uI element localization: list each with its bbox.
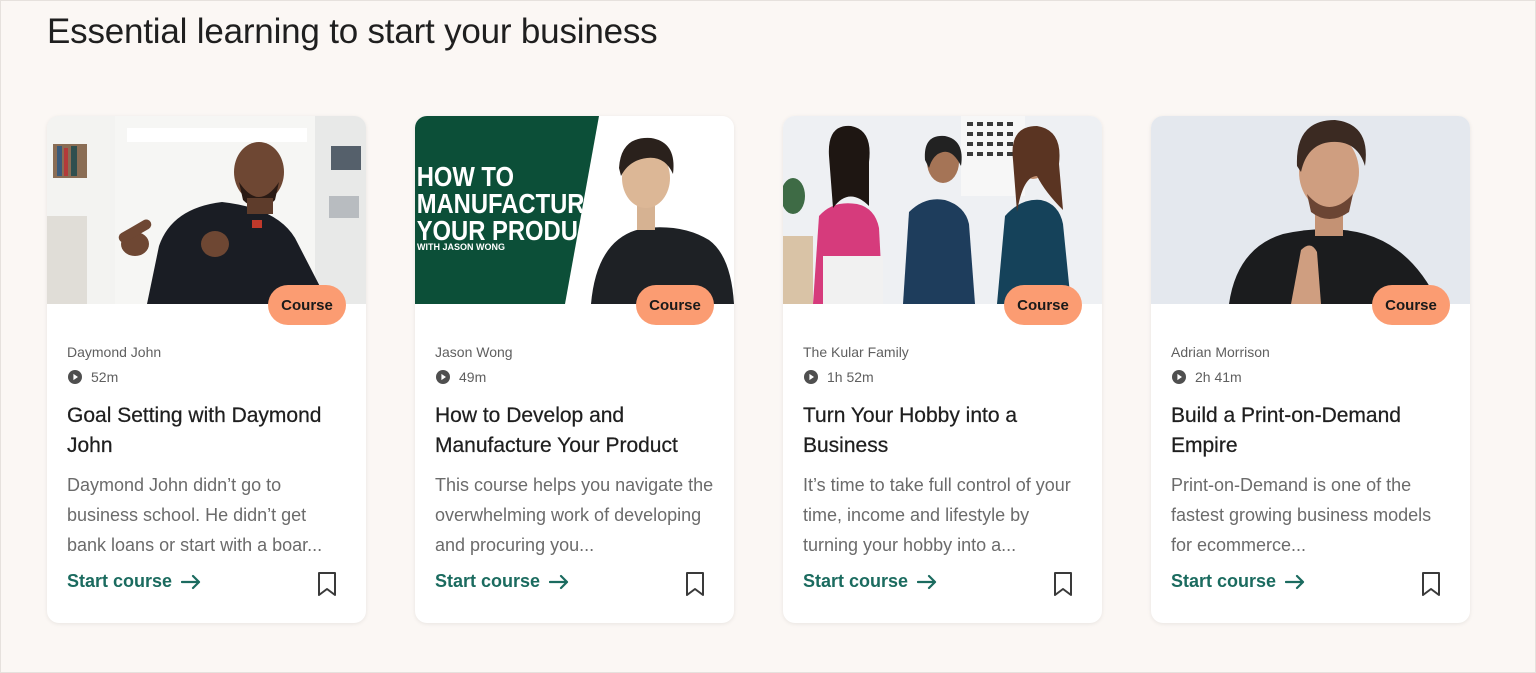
start-course-link[interactable]: Start course (67, 571, 201, 592)
start-course-label: Start course (435, 571, 541, 591)
course-duration: 1h 52m (803, 369, 874, 385)
course-author: Daymond John (67, 344, 162, 360)
course-title[interactable]: Goal Setting with Daymond John (67, 401, 352, 461)
course-badge: Course (1372, 285, 1450, 325)
arrow-right-icon (181, 574, 201, 589)
course-duration: 52m (67, 369, 118, 385)
arrow-right-icon (1285, 574, 1305, 589)
duration-text: 52m (91, 369, 119, 385)
course-title[interactable]: How to Develop and Manufacture Your Prod… (435, 401, 720, 461)
bookmark-icon[interactable] (684, 571, 706, 597)
course-card-develop-manufacture[interactable]: HOW TO MANUFACTURE YOUR PRODUCT WITH JAS… (415, 116, 734, 623)
play-icon (804, 370, 818, 384)
course-duration: 49m (435, 369, 486, 385)
course-thumbnail[interactable]: HOW TO MANUFACTURE YOUR PRODUCT WITH JAS… (415, 116, 734, 304)
thumb-text-line4: WITH JASON WONG (417, 242, 505, 252)
duration-text: 49m (459, 369, 487, 385)
play-icon (1172, 370, 1186, 384)
course-badge: Course (636, 285, 714, 325)
start-course-label: Start course (803, 571, 909, 591)
course-author: The Kular Family (803, 344, 909, 360)
duration-text: 1h 52m (827, 369, 874, 385)
arrow-right-icon (549, 574, 569, 589)
start-course-label: Start course (1171, 571, 1277, 591)
course-duration: 2h 41m (1171, 369, 1242, 385)
play-icon (436, 370, 450, 384)
course-thumbnail[interactable] (47, 116, 366, 304)
course-card-goal-setting[interactable]: Course Daymond John 52m Goal Setting wit… (47, 116, 366, 623)
course-card-print-on-demand[interactable]: Course Adrian Morrison 2h 41m Build a Pr… (1151, 116, 1470, 623)
section-title: Essential learning to start your busines… (47, 12, 658, 51)
play-icon (68, 370, 82, 384)
course-badge: Course (268, 285, 346, 325)
course-description: It’s time to take full control of your t… (803, 475, 1071, 555)
course-description: Print-on-Demand is one of the fastest gr… (1171, 475, 1432, 555)
course-thumbnail[interactable] (783, 116, 1102, 304)
bookmark-icon[interactable] (316, 571, 338, 597)
course-card-hobby-business[interactable]: Course The Kular Family 1h 52m Turn Your… (783, 116, 1102, 623)
course-description: Daymond John didn’t go to business schoo… (67, 475, 323, 555)
course-author: Jason Wong (435, 344, 513, 360)
course-title[interactable]: Build a Print-on-Demand Empire (1171, 401, 1456, 461)
course-thumbnail[interactable] (1151, 116, 1470, 304)
course-badge: Course (1004, 285, 1082, 325)
duration-text: 2h 41m (1195, 369, 1242, 385)
arrow-right-icon (917, 574, 937, 589)
start-course-label: Start course (67, 571, 173, 591)
bookmark-icon[interactable] (1052, 571, 1074, 597)
course-title[interactable]: Turn Your Hobby into a Business (803, 401, 1088, 461)
start-course-link[interactable]: Start course (435, 571, 569, 592)
bookmark-icon[interactable] (1420, 571, 1442, 597)
course-author: Adrian Morrison (1171, 344, 1270, 360)
course-description: This course helps you navigate the overw… (435, 475, 714, 555)
start-course-link[interactable]: Start course (1171, 571, 1305, 592)
start-course-link[interactable]: Start course (803, 571, 937, 592)
